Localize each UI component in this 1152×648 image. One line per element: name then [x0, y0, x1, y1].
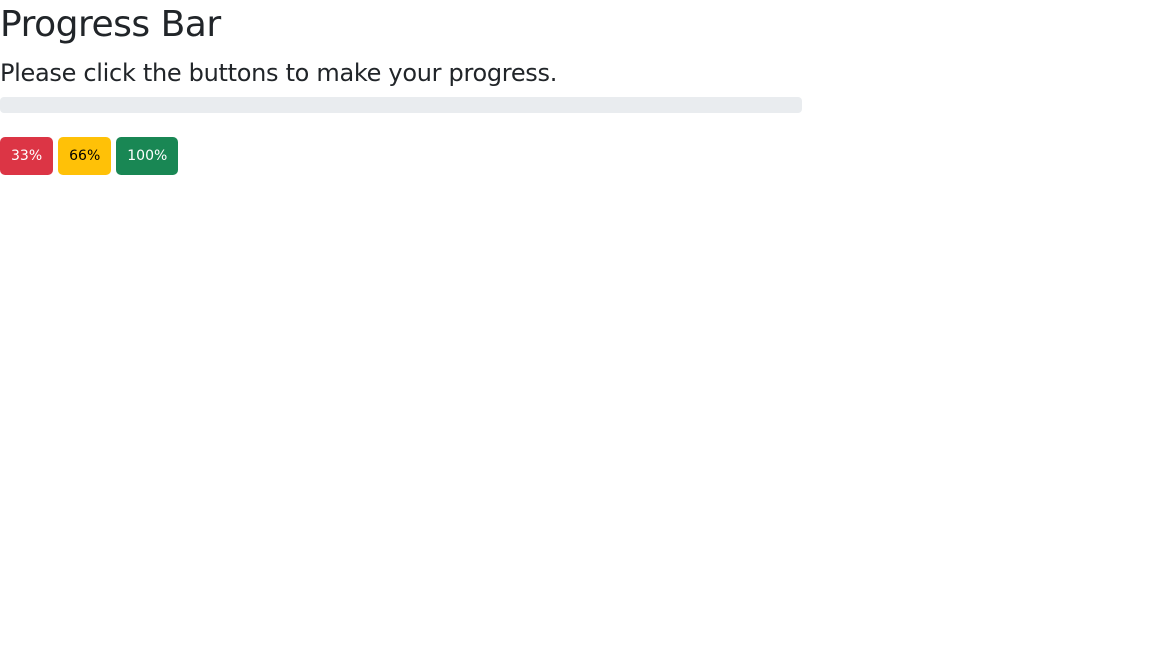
page-subtitle: Please click the buttons to make your pr… [0, 59, 558, 87]
progress-100-button[interactable]: 100% [116, 137, 179, 175]
button-group: 33% 66% 100% [0, 137, 179, 175]
page-title: Progress Bar [0, 4, 221, 45]
progress-66-button[interactable]: 66% [58, 137, 112, 175]
progress-33-button[interactable]: 33% [0, 137, 54, 175]
progress-bar-track [0, 97, 802, 113]
